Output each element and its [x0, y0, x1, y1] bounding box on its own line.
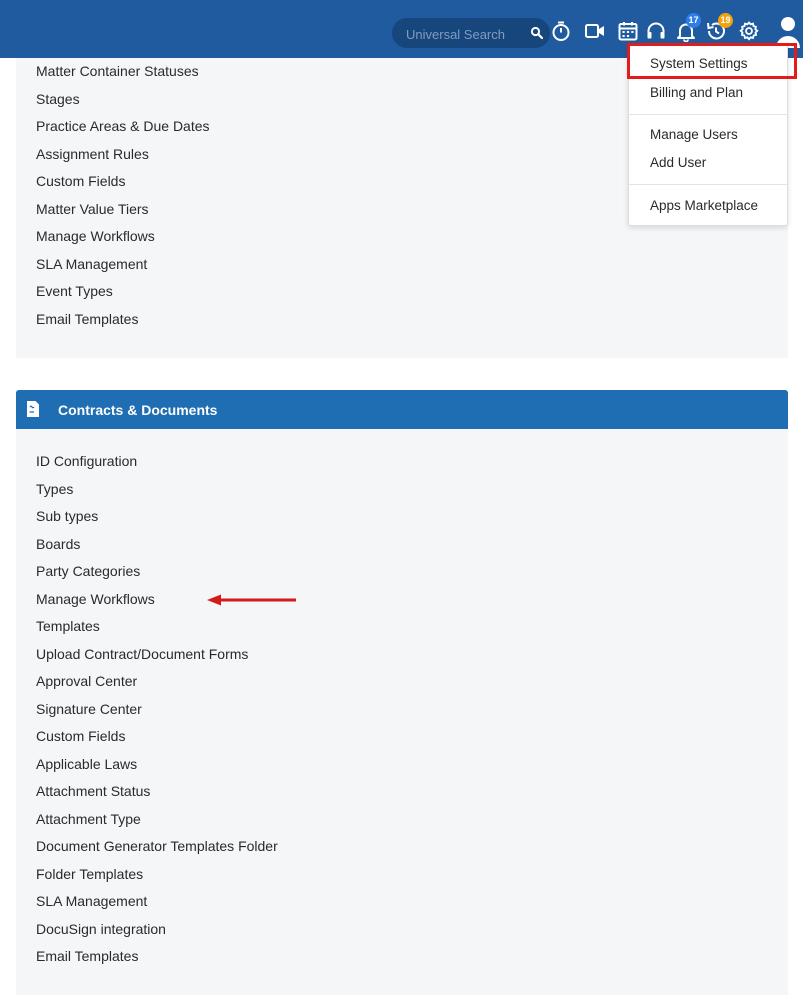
matters-settings-list: Matter Container Statuses Stages Practic… — [36, 58, 210, 333]
reminders-badge: 19 — [718, 13, 733, 28]
contracts-link-10[interactable]: Custom Fields — [36, 723, 278, 751]
system-settings-highlight — [627, 43, 797, 79]
matters-link-0[interactable]: Matter Container Statuses — [36, 58, 210, 86]
contracts-link-1[interactable]: Types — [36, 476, 278, 504]
menu-item-apps-marketplace[interactable]: Apps Marketplace — [650, 198, 758, 213]
document-icon — [27, 401, 39, 417]
menu-divider — [629, 184, 787, 185]
menu-item-billing-plan[interactable]: Billing and Plan — [650, 85, 743, 100]
contracts-link-2[interactable]: Sub types — [36, 503, 278, 531]
matters-link-1[interactable]: Stages — [36, 86, 210, 114]
matters-link-6[interactable]: Manage Workflows — [36, 223, 210, 251]
search-input[interactable] — [392, 18, 536, 50]
search-icon[interactable] — [530, 26, 544, 40]
matters-link-8[interactable]: Event Types — [36, 278, 210, 306]
contracts-link-15[interactable]: Folder Templates — [36, 861, 278, 889]
menu-divider — [629, 114, 787, 115]
menu-item-add-user[interactable]: Add User — [650, 155, 706, 170]
timer-icon[interactable] — [550, 20, 572, 42]
matters-link-7[interactable]: SLA Management — [36, 251, 210, 279]
contracts-link-4[interactable]: Party Categories — [36, 558, 278, 586]
contracts-link-8[interactable]: Approval Center — [36, 668, 278, 696]
contracts-link-7[interactable]: Upload Contract/Document Forms — [36, 641, 278, 669]
matters-link-3[interactable]: Assignment Rules — [36, 141, 210, 169]
contracts-link-18[interactable]: Email Templates — [36, 943, 278, 971]
contracts-link-9[interactable]: Signature Center — [36, 696, 278, 724]
contracts-settings-list: ID Configuration Types Sub types Boards … — [36, 448, 278, 971]
contracts-link-3[interactable]: Boards — [36, 531, 278, 559]
contracts-link-14[interactable]: Document Generator Templates Folder — [36, 833, 278, 861]
notifications-badge: 17 — [686, 13, 701, 28]
matters-link-2[interactable]: Practice Areas & Due Dates — [36, 113, 210, 141]
matters-link-5[interactable]: Matter Value Tiers — [36, 196, 210, 224]
contracts-documents-title: Contracts & Documents — [58, 402, 218, 418]
universal-search[interactable] — [392, 18, 550, 50]
menu-item-manage-users[interactable]: Manage Users — [650, 127, 738, 142]
contracts-link-6[interactable]: Templates — [36, 613, 278, 641]
contracts-documents-header: Contracts & Documents — [16, 390, 788, 429]
annotation-arrow — [207, 594, 296, 606]
headset-icon[interactable] — [645, 20, 667, 42]
contracts-link-0[interactable]: ID Configuration — [36, 448, 278, 476]
contracts-documents-card: Contracts & Documents ID Configuration T… — [16, 390, 788, 995]
contracts-link-13[interactable]: Attachment Type — [36, 806, 278, 834]
matters-link-9[interactable]: Email Templates — [36, 306, 210, 334]
contracts-link-17[interactable]: DocuSign integration — [36, 916, 278, 944]
gear-icon[interactable] — [738, 20, 760, 42]
matters-link-4[interactable]: Custom Fields — [36, 168, 210, 196]
video-icon[interactable] — [584, 20, 606, 42]
contracts-link-11[interactable]: Applicable Laws — [36, 751, 278, 779]
contracts-link-16[interactable]: SLA Management — [36, 888, 278, 916]
calendar-icon[interactable] — [617, 20, 639, 42]
contracts-link-12[interactable]: Attachment Status — [36, 778, 278, 806]
